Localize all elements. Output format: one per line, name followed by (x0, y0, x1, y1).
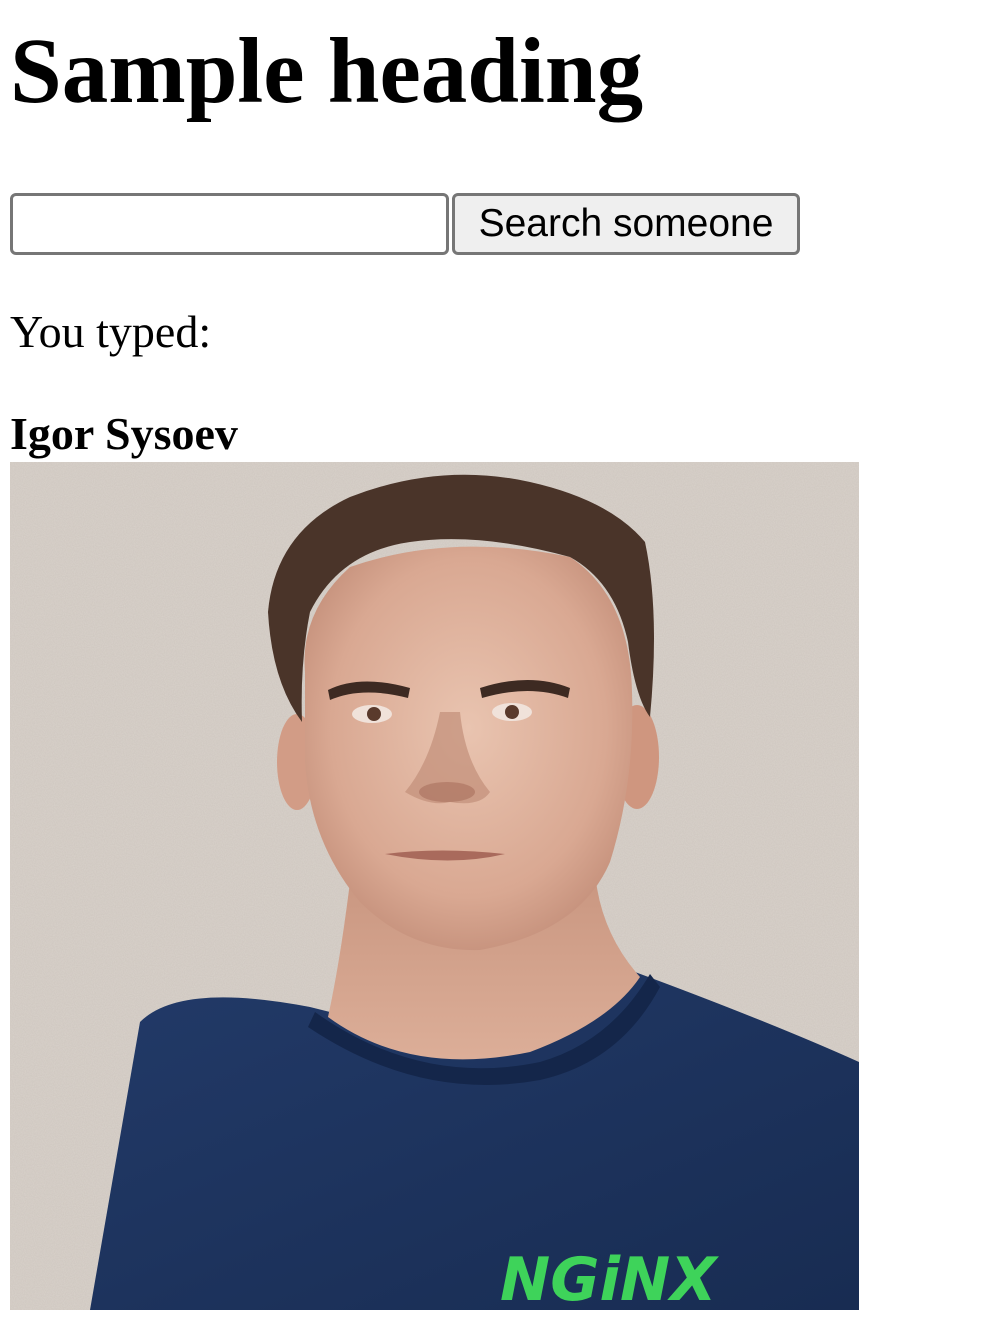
shirt-logo-text: NGiNX (500, 1245, 719, 1310)
typed-text: You typed: (10, 306, 212, 357)
search-input[interactable] (10, 193, 449, 255)
page-heading: Sample heading (10, 20, 644, 123)
search-button[interactable]: Search someone (452, 193, 800, 255)
person-photo: NGiNX (10, 462, 859, 1310)
search-bar: Search someone (10, 193, 800, 255)
result-name: Igor Sysoev (10, 408, 238, 459)
